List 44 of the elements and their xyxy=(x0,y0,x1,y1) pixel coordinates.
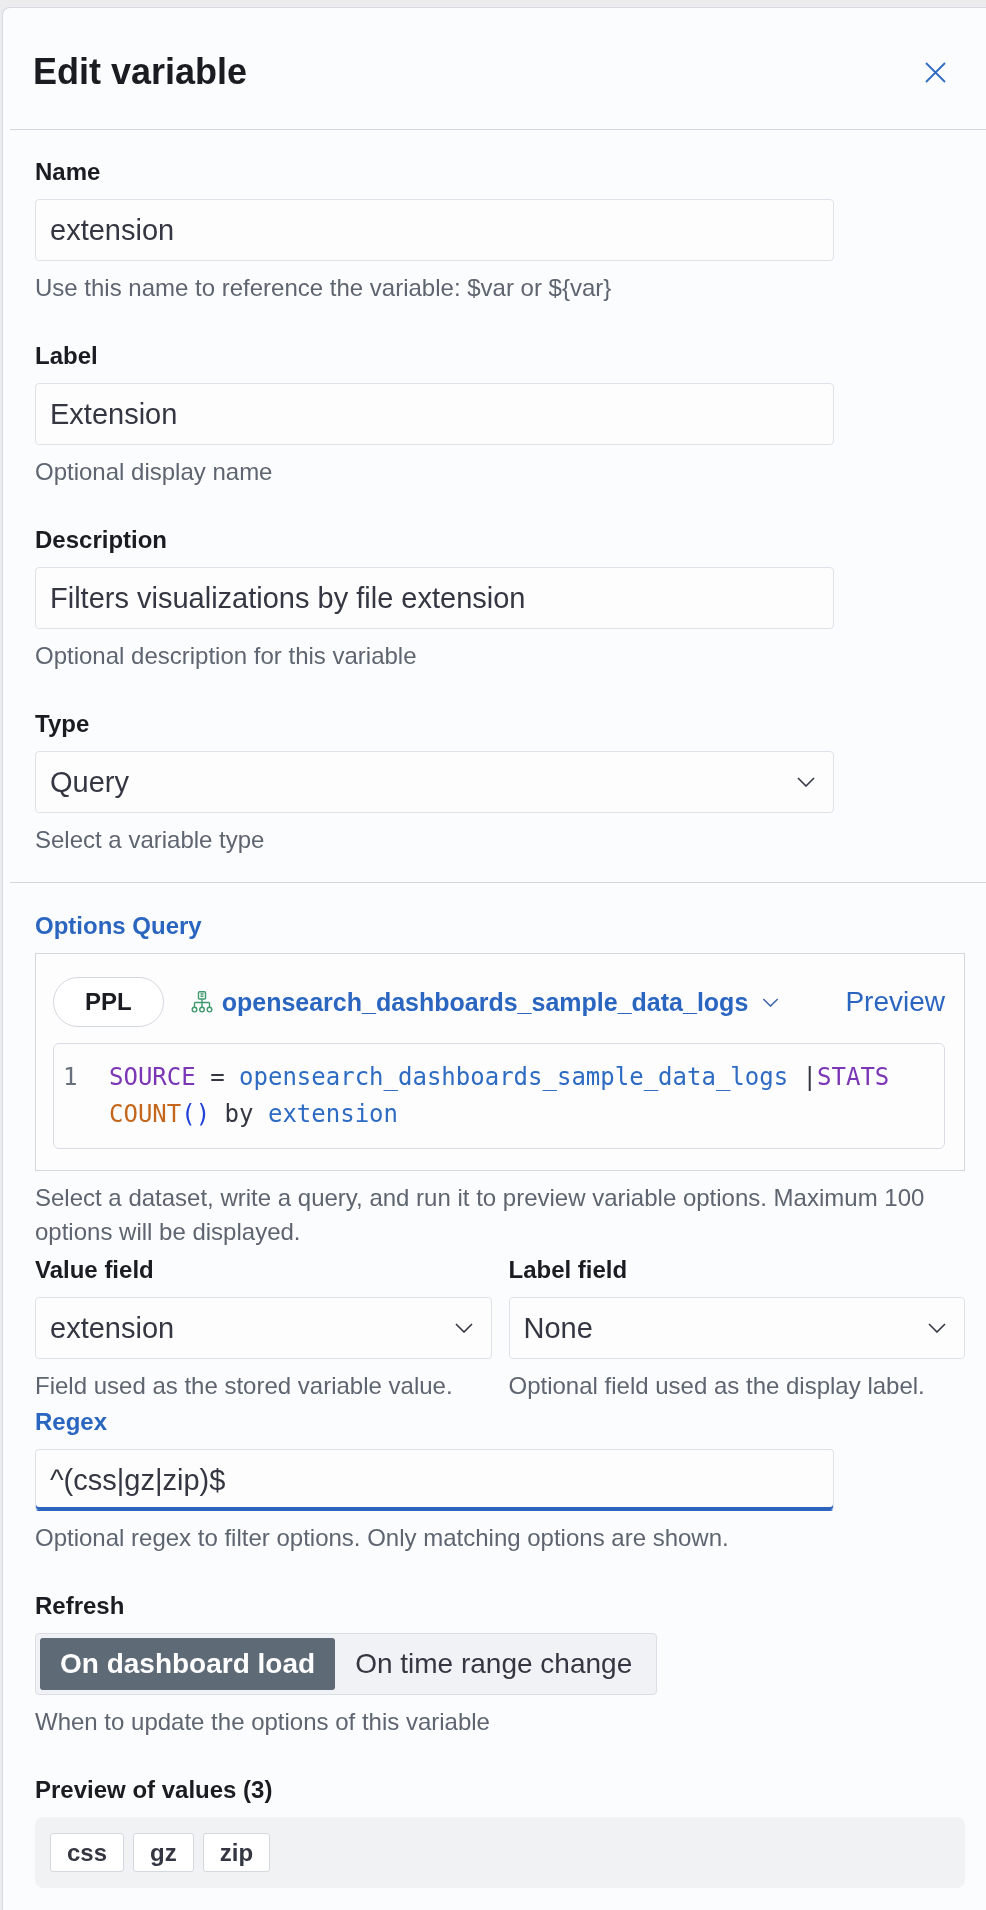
select-field[interactable]: extension xyxy=(35,1297,492,1359)
help-text: Optional field used as the display label. xyxy=(508,1371,926,1401)
flyout-title: Edit variable xyxy=(33,50,248,94)
field-label: Description xyxy=(35,525,169,555)
field-label: Options Query xyxy=(35,911,203,941)
value-chip: gz xyxy=(133,1833,194,1872)
field-label: Value field xyxy=(35,1255,155,1285)
help-text: Optional description for this variable xyxy=(35,641,418,671)
help-text: Field used as the stored variable value. xyxy=(35,1371,454,1401)
help-text: Select a variable type xyxy=(35,825,266,855)
help-text: Use this name to reference the variable: $var or ${var} xyxy=(35,273,613,303)
help-text: Optional regex to filter options. Only matching options are shown. xyxy=(35,1523,730,1553)
select-field[interactable]: None xyxy=(508,1297,965,1359)
field-label: Regex xyxy=(35,1407,109,1437)
text-field[interactable]: ^(css|gz|zip)$ xyxy=(35,1449,834,1511)
field-label: Type xyxy=(35,709,91,739)
line-number: 1 xyxy=(63,1062,78,1093)
text-field[interactable]: Extension xyxy=(35,383,834,445)
close-icon xyxy=(924,61,946,83)
code-editor[interactable]: 1 SOURCE = opensearch_dashboards_sample_data_logs |STATS COUNT() by extension xyxy=(53,1043,945,1149)
select-field[interactable]: Query xyxy=(35,751,834,813)
field-label: Label xyxy=(35,341,99,371)
value-chip: css xyxy=(50,1833,125,1872)
text-field[interactable]: extension xyxy=(35,199,834,261)
help-text: Select a dataset, write a query, and run it to preview variable options. Maximum 100 options will be displayed. xyxy=(35,1183,926,1247)
dataset-picker[interactable]: opensearch_dashboards_sample_data_logs xyxy=(190,987,780,1017)
toggle-button[interactable]: On time range change xyxy=(335,1638,653,1690)
value-chip: zip xyxy=(202,1833,271,1872)
field-label: Preview of values (3) xyxy=(35,1775,274,1805)
code-line: SOURCE = opensearch_dashboards_sample_data_logs |STATS COUNT() by extension xyxy=(109,1062,891,1130)
toggle-button[interactable]: On dashboard load xyxy=(40,1638,336,1690)
help-text: When to update the options of this variable xyxy=(35,1707,491,1737)
chevron-down-icon xyxy=(928,1323,946,1333)
chevron-down-icon xyxy=(762,997,780,1007)
hierarchy-icon xyxy=(190,991,213,1013)
field-label: Name xyxy=(35,157,102,187)
field-label: Label field xyxy=(508,1255,629,1285)
language-button[interactable]: PPL xyxy=(53,977,164,1027)
chevron-down-icon xyxy=(797,777,815,787)
chevron-down-icon xyxy=(454,1323,473,1333)
preview-link[interactable]: Preview xyxy=(845,986,945,1018)
text-field[interactable]: Filters visualizations by file extension xyxy=(35,567,834,629)
field-label: Refresh xyxy=(35,1591,126,1621)
help-text: Optional display name xyxy=(35,457,274,487)
